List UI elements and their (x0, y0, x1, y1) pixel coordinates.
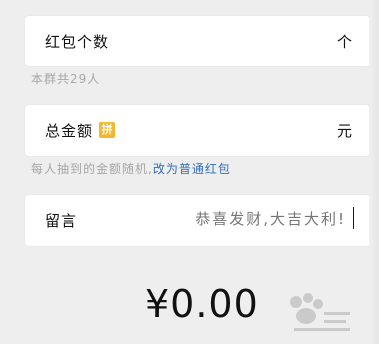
red-packet-form: 红包个数 个 本群共29人 总金额 拼 元 每人抽到的金额随机,改为普通红包 留… (0, 0, 379, 344)
message-input[interactable] (154, 209, 348, 229)
total-amount-row[interactable]: 总金额 拼 元 (25, 105, 370, 156)
switch-to-normal-packet-link[interactable]: 改为普通红包 (153, 162, 231, 176)
message-row[interactable]: 留言 (25, 195, 370, 246)
amount-display: ¥0.00 (145, 282, 259, 326)
count-unit: 个 (336, 33, 352, 51)
group-member-hint: 本群共29人 (31, 72, 101, 86)
random-amount-text: 每人抽到的金额随机, (31, 162, 153, 176)
random-amount-hint: 每人抽到的金额随机,改为普通红包 (31, 160, 231, 177)
text-cursor (353, 207, 354, 229)
baidu-jingyan-watermark-icon (290, 293, 350, 331)
total-amount-label: 总金额 (45, 122, 94, 140)
count-row[interactable]: 红包个数 个 (25, 16, 370, 66)
pin-badge-icon: 拼 (99, 122, 115, 138)
page-edge (369, 0, 379, 344)
count-label: 红包个数 (45, 33, 110, 51)
total-unit: 元 (336, 122, 352, 140)
message-label: 留言 (45, 212, 78, 230)
